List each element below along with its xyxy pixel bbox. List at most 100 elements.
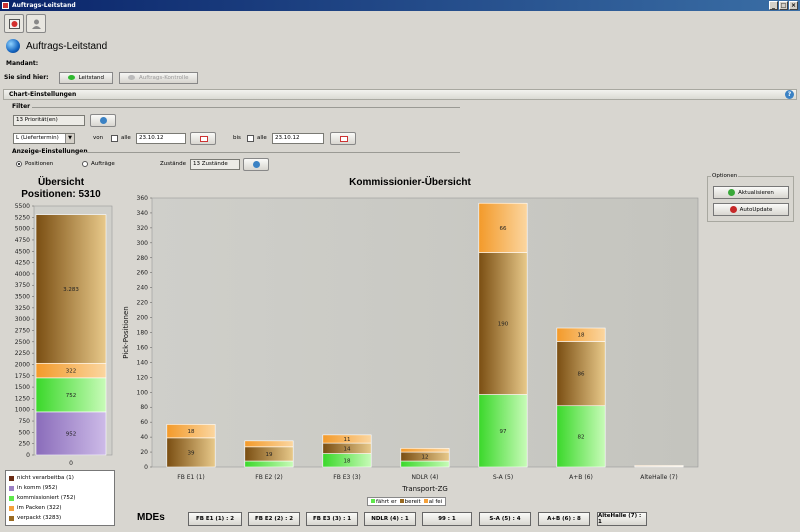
overview-ytick-label: 3500 [15, 294, 30, 301]
main-xlabel: Transport-ZG [401, 485, 448, 493]
main-bar-segment [244, 440, 294, 448]
overview-ytick-label: 2750 [15, 328, 30, 335]
legend-item: in komm (952) [9, 483, 111, 493]
chart-settings-bar[interactable]: Chart-Einstellungen ? [3, 89, 797, 100]
main-bar-label: 18 [188, 429, 195, 435]
to-date-input[interactable]: 23.10.12 [272, 133, 324, 144]
legend-text: verpackt (3283) [17, 515, 62, 521]
priorities-field[interactable]: 13 Priorität(en) [13, 115, 85, 126]
main-bar-label: 39 [188, 450, 195, 456]
mde-button[interactable]: FB E3 (3) : 1 [306, 512, 358, 526]
from-date-input[interactable]: 23.10.12 [136, 133, 186, 144]
overview-bar-label: 952 [66, 431, 77, 437]
filter-title: Filter [12, 103, 31, 110]
to-all-label: alle [257, 135, 267, 141]
main-xtick-label: FB E3 (3) [333, 474, 361, 481]
overview-bar-label: 322 [66, 369, 77, 375]
legend-item: verpackt (3283) [9, 513, 111, 523]
main-ytick-label: 160 [137, 344, 149, 351]
breadcrumb-auftrags-kontrolle[interactable]: Auftrags-Kontrolle [118, 71, 198, 84]
date-type-select[interactable]: L (Liefertermin) ▼ [13, 133, 75, 144]
states-field[interactable]: 13 Zustände [190, 159, 240, 170]
options-panel: Optionen Aktualisieren AutoUpdate [707, 173, 794, 222]
overview-ytick-label: 500 [19, 429, 31, 436]
select-icon [100, 117, 107, 124]
display-settings-title: Anzeige-Einstellungen [12, 148, 88, 155]
overview-chart: 0 250 500 750 1000 1250 1500 1750 2000 2250 2500 27… [15, 203, 113, 467]
mini-legend-item: fährt er [371, 498, 397, 505]
green-dot-icon [67, 75, 75, 80]
from-all-label: alle [121, 135, 131, 141]
refresh-button[interactable]: Aktualisieren [713, 186, 789, 199]
main-ytick-label: 20 [140, 449, 148, 456]
main-ytick-label: 320 [137, 225, 149, 232]
overview-ytick-label: 0 [26, 452, 30, 459]
main-plot-area [151, 197, 699, 468]
overview-ytick-label: 250 [19, 441, 31, 448]
page-title: Auftrags-Leitstand [26, 40, 108, 52]
main-bar-segment [400, 448, 450, 453]
breadcrumb-auftrags-kontrolle-label: Auftrags-Kontrolle [138, 74, 189, 81]
main-bar-label: 82 [578, 434, 585, 440]
help-icon[interactable]: ? [785, 90, 794, 99]
overview-ytick-label: 1500 [15, 384, 30, 391]
main-ytick-label: 220 [137, 300, 149, 307]
autoupdate-button[interactable]: AutoUpdate [713, 203, 789, 216]
overview-ytick-label: 3750 [15, 282, 30, 289]
window-title: Auftrags-Leitstand [12, 2, 76, 9]
date-type-value: L (Liefertermin) [16, 135, 59, 141]
radio-positions[interactable] [16, 161, 22, 167]
main-ytick-label: 80 [140, 404, 148, 411]
stop-icon [729, 206, 737, 213]
main-ytick-label: 340 [137, 210, 149, 217]
mde-button[interactable]: FB E2 (2) : 2 [248, 512, 300, 526]
minimize-button[interactable]: _ [769, 1, 778, 10]
radio-orders-label: Aufträge [91, 161, 115, 167]
main-xtick-label: S-A (5) [493, 474, 513, 481]
mde-button[interactable]: S-A (5) : 4 [479, 512, 531, 526]
toolbar [0, 12, 800, 34]
overview-ytick-label: 5000 [15, 226, 30, 233]
breadcrumb-leitstand[interactable]: Leitstand [58, 71, 113, 84]
states-button[interactable] [243, 158, 269, 171]
user-button[interactable] [26, 14, 46, 33]
main-bar-label: 190 [498, 322, 509, 328]
maximize-button[interactable]: □ [779, 1, 788, 10]
mde-button[interactable]: NDLR (4) : 1 [364, 512, 416, 526]
chart-settings-title: Chart-Einstellungen [9, 91, 77, 98]
exit-button[interactable] [4, 14, 24, 33]
from-date-button[interactable] [190, 132, 216, 145]
app-icon [2, 2, 9, 9]
autoupdate-label: AutoUpdate [739, 206, 773, 213]
main-bar-label: 86 [578, 372, 585, 378]
from-all-checkbox[interactable] [111, 135, 118, 142]
mde-button[interactable]: AlteHalle (7) : 1 [597, 512, 647, 526]
close-button[interactable]: × [789, 1, 798, 10]
main-xtick-label: FB E1 (1) [177, 474, 205, 481]
window-titlebar: Auftrags-Leitstand _ □ × [0, 0, 800, 11]
overview-ytick-label: 2000 [15, 361, 30, 368]
priorities-button[interactable] [90, 114, 116, 127]
main-xtick-label: NDLR (4) [411, 474, 438, 481]
overview-ytick-label: 5500 [15, 203, 30, 210]
main-bar-label: 19 [266, 452, 273, 458]
overview-ytick-label: 1250 [15, 395, 30, 402]
legend-swatch [9, 475, 14, 481]
to-date-button[interactable] [330, 132, 356, 145]
main-bar-segment [634, 465, 684, 467]
calendar-icon [340, 136, 348, 142]
mde-button[interactable]: FB E1 (1) : 2 [188, 512, 242, 526]
radio-orders[interactable] [82, 161, 88, 167]
mini-legend-text: al fei [428, 498, 443, 505]
mde-button[interactable]: 99 : 1 [422, 512, 472, 526]
main-ytick-label: 0 [144, 464, 148, 471]
main-bar-label: 66 [500, 226, 507, 232]
main-ytick-label: 120 [137, 374, 149, 381]
mde-button[interactable]: A+B (6) : 8 [538, 512, 590, 526]
main-ytick-label: 240 [137, 285, 149, 292]
main-bar-label: 11 [344, 437, 351, 443]
to-all-checkbox[interactable] [247, 135, 254, 142]
chevron-down-icon: ▼ [65, 134, 74, 143]
main-bar-label: 14 [344, 446, 351, 452]
overview-ytick-label: 2500 [15, 339, 30, 346]
